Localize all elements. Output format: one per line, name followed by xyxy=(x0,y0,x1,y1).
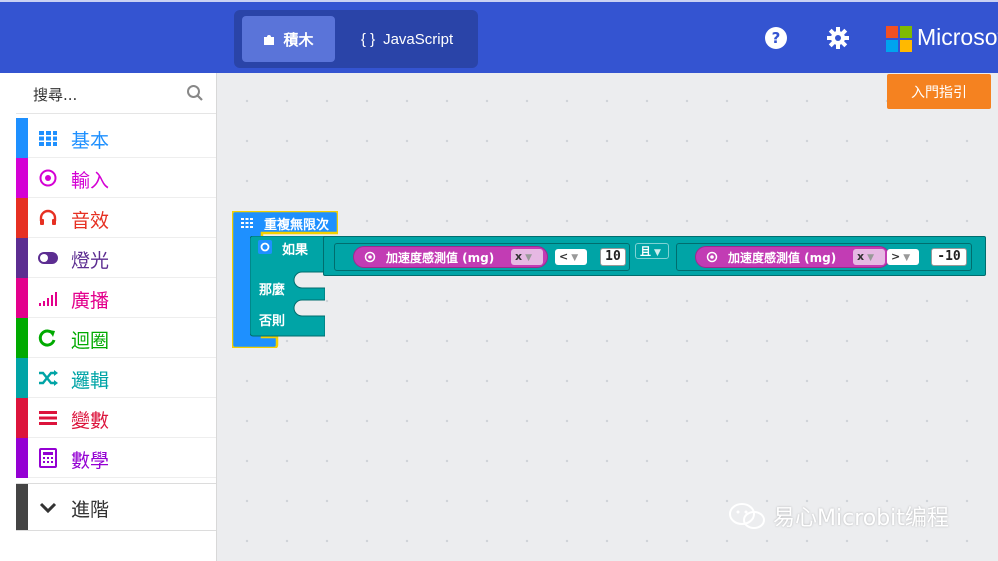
number-input[interactable]: -10 xyxy=(931,248,967,266)
if-else-block[interactable]: 如果 那麼 否則 xyxy=(250,236,325,338)
watermark: 易心Microbit编程 xyxy=(727,500,949,532)
category-label: 邏輯 xyxy=(71,370,110,392)
radio-target-icon xyxy=(39,169,57,187)
signal-bars-icon xyxy=(39,292,57,306)
category-color-bar xyxy=(16,398,28,438)
category-color-bar xyxy=(16,358,28,398)
category-logic[interactable]: 邏輯 xyxy=(16,358,216,398)
axis-value: x xyxy=(515,250,523,263)
category-music[interactable]: 音效 xyxy=(16,198,216,238)
gear-icon[interactable] xyxy=(258,240,272,254)
braces-icon: { } xyxy=(360,30,376,48)
operator-dropdown[interactable]: < ▼ xyxy=(555,249,587,265)
accel-label: 加速度感測值 (mg) xyxy=(728,251,837,265)
compare-block-left[interactable]: 加速度感測值 (mg) x ▼ < ▼ 10 xyxy=(334,243,630,271)
then-label: 那麼 xyxy=(259,283,286,298)
list-lines-icon xyxy=(39,411,57,425)
category-label: 音效 xyxy=(71,210,110,232)
and-dropdown[interactable]: 且 ▼ xyxy=(635,243,669,259)
dropdown-arrow-icon: ▼ xyxy=(525,253,533,263)
search-icon[interactable] xyxy=(186,84,204,102)
grid-icon xyxy=(39,131,57,146)
refresh-icon xyxy=(38,329,56,347)
category-color-bar xyxy=(16,278,28,318)
category-label: 燈光 xyxy=(71,250,110,272)
wechat-icon xyxy=(729,503,765,529)
category-color-bar xyxy=(16,118,28,158)
operator-value: > xyxy=(891,250,901,263)
compare-block-right[interactable]: 加速度感測值 (mg) x ▼ > ▼ -10 xyxy=(676,243,972,271)
tab-blocks-label: 積木 xyxy=(283,30,314,49)
category-led[interactable]: 燈光 xyxy=(16,238,216,278)
microsoft-logo[interactable] xyxy=(886,26,912,52)
else-label: 否則 xyxy=(259,314,286,329)
tab-blocks[interactable]: 積木 xyxy=(242,16,335,62)
editor-toggle: 積木 { } JavaScript xyxy=(234,10,478,68)
dropdown-arrow-icon: ▼ xyxy=(903,253,911,263)
category-label: 變數 xyxy=(71,410,110,432)
axis-value: x xyxy=(857,250,865,263)
accel-reporter-right[interactable]: 加速度感測值 (mg) x ▼ xyxy=(695,246,890,268)
grid-icon xyxy=(241,218,253,228)
toolbox-sidebar: 搜尋... 基本 輸入 音效 燈光 廣播 迴圈 邏輯 變數 數學 進階 xyxy=(0,73,217,561)
category-label: 基本 xyxy=(71,130,110,152)
accel-reporter-left[interactable]: 加速度感測值 (mg) x ▼ xyxy=(353,246,548,268)
category-basic[interactable]: 基本 xyxy=(16,118,216,158)
category-label: 迴圈 xyxy=(71,330,110,352)
dropdown-arrow-icon: ▼ xyxy=(867,253,875,263)
svg-text:?: ? xyxy=(772,29,781,47)
category-label: 數學 xyxy=(71,450,110,472)
operator-dropdown[interactable]: > ▼ xyxy=(887,249,919,265)
accel-label: 加速度感測值 (mg) xyxy=(386,251,495,265)
toggle-icon xyxy=(38,252,58,264)
tab-javascript[interactable]: { } JavaScript xyxy=(344,16,470,62)
puzzle-icon xyxy=(264,35,275,45)
search-box[interactable]: 搜尋... xyxy=(16,73,216,114)
getting-started-button[interactable]: 入門指引 xyxy=(887,74,991,109)
axis-dropdown[interactable]: x ▼ xyxy=(511,249,543,265)
radio-target-icon xyxy=(706,251,718,263)
and-condition-block[interactable]: 加速度感測值 (mg) x ▼ < ▼ 10 且 ▼ 加速度感測值 (mg) x ▼ >… xyxy=(323,236,986,276)
category-input[interactable]: 輸入 xyxy=(16,158,216,198)
chevron-down-icon xyxy=(39,502,57,514)
gear-icon[interactable] xyxy=(826,26,850,50)
if-label: 如果 xyxy=(282,243,309,258)
category-label: 廣播 xyxy=(71,290,110,312)
category-loops[interactable]: 迴圈 xyxy=(16,318,216,358)
radio-target-icon xyxy=(364,251,376,263)
top-toolbar: 積木 { } JavaScript ? Microsof xyxy=(0,0,998,73)
number-input[interactable]: 10 xyxy=(600,248,626,266)
category-color-bar xyxy=(16,238,28,278)
and-value: 且 xyxy=(640,245,651,258)
category-radio[interactable]: 廣播 xyxy=(16,278,216,318)
forever-label: 重複無限次 xyxy=(264,218,330,233)
category-advanced[interactable]: 進階 xyxy=(16,483,216,531)
calculator-icon xyxy=(39,448,57,468)
category-variables[interactable]: 變數 xyxy=(16,398,216,438)
watermark-text: 易心Microbit编程 xyxy=(773,506,949,531)
category-color-bar xyxy=(16,318,28,358)
category-color-bar xyxy=(16,438,28,478)
operator-value: < xyxy=(559,250,569,263)
category-color-bar xyxy=(16,158,28,198)
dropdown-arrow-icon: ▼ xyxy=(654,248,661,258)
shuffle-icon xyxy=(39,370,58,386)
category-label: 進階 xyxy=(71,499,110,521)
tab-javascript-label: JavaScript xyxy=(383,30,454,48)
help-icon[interactable]: ? xyxy=(764,26,788,50)
category-label: 輸入 xyxy=(71,170,110,192)
search-input[interactable]: 搜尋... xyxy=(33,84,77,105)
headphones-icon xyxy=(39,209,57,225)
dropdown-arrow-icon: ▼ xyxy=(571,253,579,263)
category-color-bar xyxy=(16,484,28,530)
brand-text[interactable]: Microsof xyxy=(917,24,998,51)
category-math[interactable]: 數學 xyxy=(16,438,216,478)
category-color-bar xyxy=(16,198,28,238)
axis-dropdown[interactable]: x ▼ xyxy=(853,249,885,265)
